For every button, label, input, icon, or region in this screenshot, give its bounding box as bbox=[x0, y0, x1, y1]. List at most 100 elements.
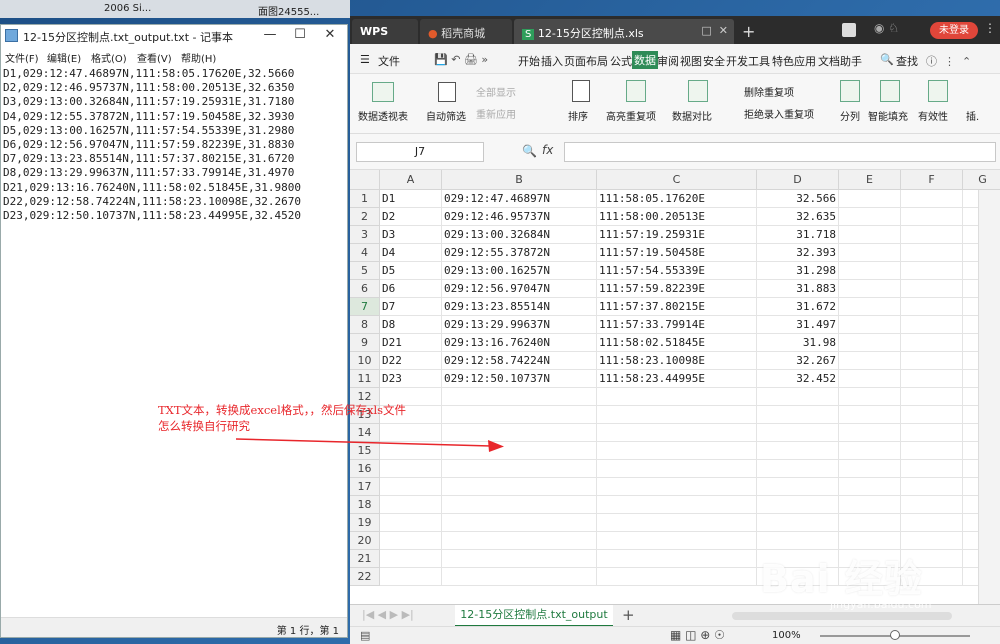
row-header[interactable]: 4 bbox=[350, 244, 380, 262]
menu-security[interactable]: 安全 bbox=[703, 53, 725, 69]
row-header[interactable]: 9 bbox=[350, 334, 380, 352]
table-cell[interactable]: D5 bbox=[380, 262, 442, 280]
show-all-button[interactable]: 全部显示 bbox=[476, 84, 516, 99]
split-column-button[interactable]: 分列 bbox=[840, 108, 860, 123]
column-header[interactable]: D bbox=[757, 170, 839, 190]
flash-fill-button[interactable]: 智能填充 bbox=[868, 108, 908, 123]
table-cell[interactable]: D3 bbox=[380, 226, 442, 244]
sheet-tab[interactable]: 12-15分区控制点.txt_output bbox=[455, 605, 613, 627]
table-cell[interactable] bbox=[901, 514, 963, 532]
table-cell[interactable]: D21 bbox=[380, 334, 442, 352]
zoom-level[interactable]: 100% bbox=[772, 630, 801, 641]
table-cell[interactable]: 029:12:46.95737N bbox=[442, 208, 597, 226]
search-icon[interactable]: 🔍 bbox=[880, 53, 894, 66]
menu-view[interactable]: 视图 bbox=[680, 53, 702, 69]
table-cell[interactable] bbox=[901, 460, 963, 478]
quick-access-icons[interactable]: 💾 ↶ 🖨 » bbox=[434, 53, 488, 66]
table-cell[interactable] bbox=[597, 388, 757, 406]
table-cell[interactable] bbox=[901, 262, 963, 280]
menu-file[interactable]: 文件 bbox=[378, 53, 400, 69]
table-cell[interactable] bbox=[442, 568, 597, 586]
table-cell[interactable]: 111:57:19.50458E bbox=[597, 244, 757, 262]
menu-file[interactable]: 文件(F) bbox=[5, 50, 39, 65]
table-cell[interactable] bbox=[380, 478, 442, 496]
table-cell[interactable]: 111:57:54.55339E bbox=[597, 262, 757, 280]
table-cell[interactable] bbox=[380, 550, 442, 568]
name-box[interactable]: J7 bbox=[356, 142, 484, 162]
table-cell[interactable] bbox=[839, 496, 901, 514]
horizontal-scrollbar[interactable] bbox=[732, 612, 952, 620]
table-cell[interactable] bbox=[901, 208, 963, 226]
table-cell[interactable]: 029:13:00.32684N bbox=[442, 226, 597, 244]
tab-daoke-store[interactable]: ● 稻壳商城 bbox=[420, 19, 512, 44]
reapply-button[interactable]: 重新应用 bbox=[476, 106, 516, 121]
menu-view[interactable]: 查看(V) bbox=[137, 50, 172, 65]
table-cell[interactable]: 111:57:59.82239E bbox=[597, 280, 757, 298]
table-cell[interactable]: D23 bbox=[380, 370, 442, 388]
table-cell[interactable] bbox=[442, 388, 597, 406]
minimize-icon[interactable]: — bbox=[255, 27, 285, 45]
menu-help[interactable]: 帮助(H) bbox=[181, 50, 216, 65]
row-header[interactable]: 17 bbox=[350, 478, 380, 496]
column-header[interactable]: E bbox=[839, 170, 901, 190]
table-cell[interactable]: 029:13:23.85514N bbox=[442, 298, 597, 316]
row-header[interactable]: 18 bbox=[350, 496, 380, 514]
table-cell[interactable] bbox=[757, 424, 839, 442]
remove-dup-button[interactable]: 删除重复项 bbox=[744, 84, 794, 99]
column-header[interactable]: F bbox=[901, 170, 963, 190]
skin-icon[interactable]: ◉ ♘ bbox=[874, 21, 899, 35]
table-cell[interactable] bbox=[597, 514, 757, 532]
row-header[interactable]: 10 bbox=[350, 352, 380, 370]
compare-icon[interactable] bbox=[688, 80, 708, 102]
zoom-search-icon[interactable]: 🔍 bbox=[522, 144, 537, 158]
table-cell[interactable] bbox=[442, 406, 597, 424]
row-header[interactable]: 5 bbox=[350, 262, 380, 280]
table-cell[interactable] bbox=[901, 478, 963, 496]
pivot-table-icon[interactable] bbox=[372, 82, 394, 102]
table-cell[interactable]: 32.566 bbox=[757, 190, 839, 208]
table-cell[interactable] bbox=[839, 334, 901, 352]
table-cell[interactable]: 029:13:00.16257N bbox=[442, 262, 597, 280]
close-tab-icon[interactable]: □ ✕ bbox=[701, 24, 728, 37]
sort-button[interactable]: 排序 bbox=[568, 108, 588, 123]
menu-review[interactable]: 审阅 bbox=[657, 53, 679, 69]
autofilter-button[interactable]: 自动筛选 bbox=[426, 108, 466, 123]
table-cell[interactable] bbox=[839, 388, 901, 406]
table-cell[interactable]: 32.635 bbox=[757, 208, 839, 226]
menu-data[interactable]: 数据 bbox=[632, 51, 658, 69]
row-header[interactable]: 11 bbox=[350, 370, 380, 388]
row-header[interactable]: 6 bbox=[350, 280, 380, 298]
table-cell[interactable] bbox=[757, 496, 839, 514]
table-cell[interactable]: D6 bbox=[380, 280, 442, 298]
add-sheet-icon[interactable]: + bbox=[622, 606, 635, 624]
table-cell[interactable] bbox=[839, 352, 901, 370]
login-button[interactable]: 未登录 bbox=[930, 22, 978, 39]
table-cell[interactable]: 31.98 bbox=[757, 334, 839, 352]
table-cell[interactable]: 32.452 bbox=[757, 370, 839, 388]
table-cell[interactable] bbox=[597, 532, 757, 550]
reject-dup-button[interactable]: 拒绝录入重复项 bbox=[744, 106, 814, 121]
table-cell[interactable]: D8 bbox=[380, 316, 442, 334]
row-header[interactable]: 16 bbox=[350, 460, 380, 478]
table-cell[interactable] bbox=[901, 370, 963, 388]
menu-page-layout[interactable]: 页面布局 bbox=[564, 53, 608, 69]
close-icon[interactable]: ✕ bbox=[315, 27, 345, 45]
table-cell[interactable] bbox=[442, 514, 597, 532]
macro-icon[interactable]: ▤ bbox=[360, 629, 370, 642]
table-cell[interactable]: 029:12:55.37872N bbox=[442, 244, 597, 262]
table-cell[interactable]: D4 bbox=[380, 244, 442, 262]
table-cell[interactable]: 111:58:00.20513E bbox=[597, 208, 757, 226]
zoom-slider-thumb[interactable] bbox=[890, 630, 900, 640]
notepad-text-area[interactable]: D1,029:12:47.46897N,111:58:05.17620E,32.… bbox=[1, 67, 347, 607]
table-cell[interactable]: 31.883 bbox=[757, 280, 839, 298]
table-cell[interactable] bbox=[597, 460, 757, 478]
table-cell[interactable]: D1 bbox=[380, 190, 442, 208]
search-label[interactable]: 查找 bbox=[896, 53, 918, 69]
table-cell[interactable] bbox=[839, 190, 901, 208]
row-header[interactable]: 22 bbox=[350, 568, 380, 586]
table-cell[interactable] bbox=[839, 370, 901, 388]
table-cell[interactable] bbox=[380, 514, 442, 532]
row-header[interactable]: 3 bbox=[350, 226, 380, 244]
sheet-nav-icons[interactable]: |◀ ◀ ▶ ▶| bbox=[362, 608, 414, 621]
table-cell[interactable] bbox=[380, 496, 442, 514]
